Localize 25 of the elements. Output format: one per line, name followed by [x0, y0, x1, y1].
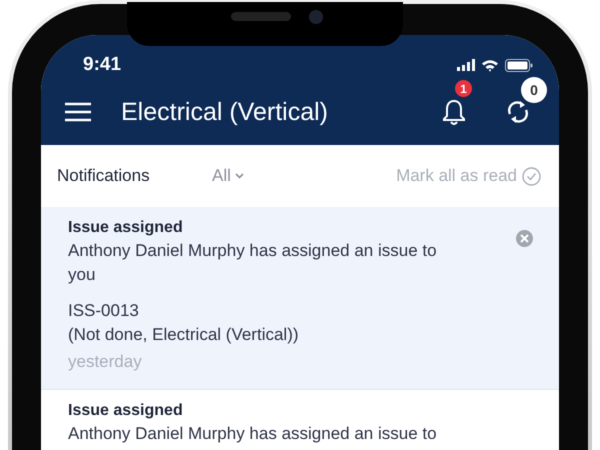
wifi-icon	[481, 58, 499, 72]
notification-message: Anthony Daniel Murphy has assigned an issue to you	[68, 240, 438, 286]
menu-button[interactable]	[65, 102, 91, 122]
notification-card[interactable]: Issue assigned Anthony Daniel Murphy has assigned an issue to you ISS-0013 (Not done, Electrical (Vertical)) yesterday	[41, 207, 559, 389]
status-time: 9:41	[83, 54, 122, 76]
chevron-down-icon	[234, 173, 244, 179]
sync-count-badge: 0	[521, 77, 547, 103]
menu-icon	[65, 102, 91, 122]
notification-count-badge: 1	[455, 80, 472, 97]
notification-time: yesterday	[68, 351, 143, 373]
speaker-grille	[231, 12, 291, 21]
app-title: Electrical (Vertical)	[121, 98, 329, 126]
issue-id: ISS-0013	[68, 300, 140, 322]
notification-title: Issue assigned	[68, 401, 184, 421]
notification-message: Anthony Daniel Murphy has assigned an issue to	[68, 423, 438, 445]
notifications-heading: Notifications	[57, 166, 151, 186]
notification-title: Issue assigned	[68, 218, 184, 238]
battery-icon	[505, 58, 533, 72]
sync-icon	[506, 99, 530, 125]
bell-icon	[441, 98, 467, 126]
check-circle-icon	[522, 166, 541, 186]
camera-lens	[309, 10, 323, 24]
issue-details: (Not done, Electrical (Vertical))	[68, 324, 300, 346]
signal-icon	[457, 59, 475, 71]
close-icon	[520, 234, 529, 243]
